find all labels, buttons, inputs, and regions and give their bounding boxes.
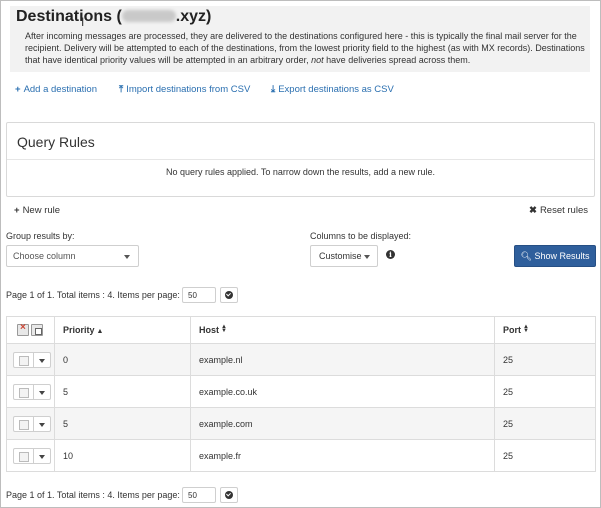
show-results-button[interactable]: 🔍︎ Show Results [514,245,596,267]
apply-items-per-page-button-top[interactable] [220,287,238,303]
pager-text-bottom: Page 1 of 1. Total items : 4. Items per … [6,490,180,500]
check-icon [226,291,231,297]
port-cell: 25 [494,343,596,376]
redacted-domain [121,10,176,22]
row-select-dropdown[interactable] [13,351,51,368]
page-header: Destinations (.xyz) After incoming messa… [10,6,590,72]
priority-cell: 0 [54,343,191,376]
close-icon: ✖ [528,205,537,216]
deselect-all-icon[interactable] [17,322,29,336]
chevron-down-icon[interactable] [34,353,50,367]
items-per-page-input-top[interactable]: 50 [182,287,216,303]
table-row: 5 example.com 25 [6,407,596,440]
chevron-down-icon[interactable] [34,449,50,463]
check-icon [226,491,231,497]
plus-icon: + [15,84,21,95]
chevron-down-icon[interactable] [34,417,50,431]
group-results-label: Group results by: [6,231,75,241]
upload-icon: ⤒ [119,84,124,95]
chevron-down-icon [364,255,370,259]
query-rules-message: No query rules applied. To narrow down t… [166,167,435,177]
items-per-page-input-bottom[interactable]: 50 [182,487,216,503]
import-csv-link[interactable]: ⤒ Import destinations from CSV [119,84,250,95]
page-description: After incoming messages are processed, t… [25,31,585,65]
table-row: 0 example.nl 25 [6,343,596,376]
chevron-down-icon [124,255,130,259]
select-column-header [6,316,55,344]
port-column-header[interactable]: Port ▲ ▼ [494,316,596,344]
query-rules-panel: Query Rules No query rules applied. To n… [6,122,595,197]
port-cell: 25 [494,407,596,440]
chevron-down-icon[interactable] [34,385,50,399]
sort-icon: ▲ ▼ [221,324,227,334]
columns-label: Columns to be displayed: [310,231,412,241]
reset-rules-button[interactable]: ✖ Reset rules [529,205,588,216]
host-cell: example.fr [190,439,495,472]
text-cursor-icon: I [81,15,85,29]
host-cell: example.nl [190,343,495,376]
search-icon: 🔍︎ [520,251,532,261]
priority-cell: 10 [54,439,191,472]
row-checkbox[interactable] [14,416,34,431]
table-header-row: Priority▲ Host▲▼ Port▲▼ [6,316,596,344]
pager-text-top: Page 1 of 1. Total items : 4. Items per … [6,290,180,300]
plus-icon: + [14,205,20,216]
new-rule-button[interactable]: + New rule [14,205,60,216]
select-all-icon[interactable] [31,324,43,336]
row-checkbox[interactable] [14,384,34,399]
host-column-header[interactable]: Host ▲ ▼ [190,316,495,344]
priority-column-header[interactable]: Priority ▲ [54,316,191,344]
host-cell: example.co.uk [190,375,495,408]
row-select-dropdown[interactable] [13,415,51,432]
customise-columns-button[interactable]: Customise [310,245,378,267]
port-cell: 25 [494,375,596,408]
table-row: 10 example.fr 25 [6,439,596,472]
row-checkbox[interactable] [14,352,34,367]
table-row: 5 example.co.uk 25 [6,375,596,408]
query-rules-title: Query Rules [17,134,95,150]
apply-items-per-page-button-bottom[interactable] [220,487,238,503]
row-select-dropdown[interactable] [13,383,51,400]
download-icon: ⤓ [271,84,276,95]
port-cell: 25 [494,439,596,472]
priority-cell: 5 [54,407,191,440]
add-destination-link[interactable]: + Add a destination [15,84,97,95]
row-checkbox[interactable] [14,448,34,463]
export-csv-link[interactable]: ⤓ Export destinations as CSV [271,84,394,95]
info-icon[interactable]: i [386,250,395,259]
destinations-table: Priority▲ Host▲▼ Port▲▼ 0 example.nl 25 … [6,316,596,472]
divider [7,159,594,160]
sort-ascending-icon: ▲ [96,328,104,335]
page-title: Destinations (.xyz) [16,8,212,25]
group-by-select[interactable]: Choose column [6,245,139,267]
row-select-dropdown[interactable] [13,447,51,464]
host-cell: example.com [190,407,495,440]
sort-icon: ▲ ▼ [523,324,529,334]
priority-cell: 5 [54,375,191,408]
